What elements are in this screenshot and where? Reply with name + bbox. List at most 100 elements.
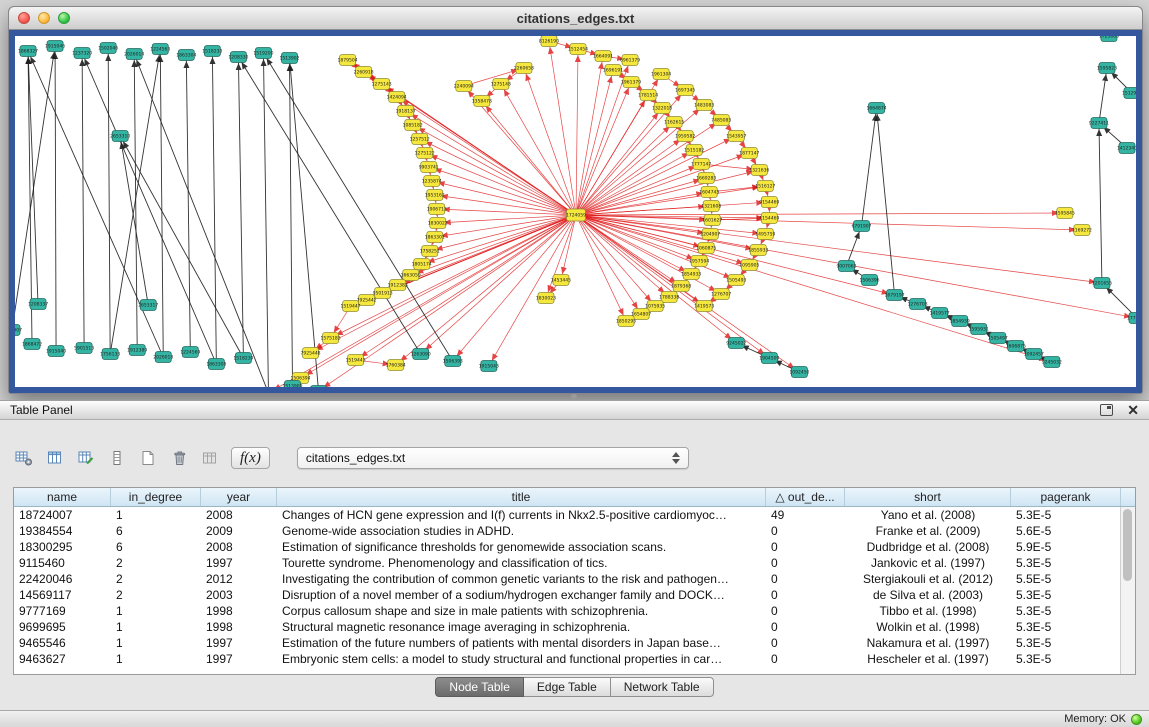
graph-node[interactable]: 1224569 <box>180 347 200 358</box>
cell-name[interactable]: 18300295 <box>14 539 111 555</box>
graph-node[interactable]: 1519200 <box>253 48 273 59</box>
graph-node[interactable]: 1595931 <box>969 324 989 335</box>
cell-short[interactable]: Dudbridge et al. (2008) <box>845 539 1011 555</box>
cell-title[interactable]: Genome-wide association studies in ADHD. <box>277 523 766 539</box>
graph-node[interactable]: 1961379 <box>621 77 641 88</box>
graph-node[interactable]: 1575183 <box>321 333 341 344</box>
graph-node[interactable]: 1208330 <box>228 52 248 63</box>
cell-in_degree[interactable]: 1 <box>111 635 201 651</box>
graph-node[interactable]: 1237320 <box>72 48 92 59</box>
graph-node[interactable]: 1957594 <box>689 256 709 267</box>
cell-name[interactable]: 19384554 <box>14 523 111 539</box>
graph-node[interactable]: 9245032 <box>1042 357 1062 368</box>
table-row[interactable]: 946554611997Estimation of the future num… <box>14 635 1135 651</box>
graph-node[interactable]: 1505497 <box>988 333 1008 344</box>
cell-in_degree[interactable]: 2 <box>111 555 201 571</box>
import-table-icon[interactable] <box>200 446 220 470</box>
graph-node[interactable]: 1830022 <box>428 218 448 229</box>
graph-node[interactable]: 1169272 <box>1072 225 1092 236</box>
zoom-window-button[interactable] <box>58 12 70 24</box>
graph-node[interactable]: 1513907 <box>15 325 22 336</box>
graph-node[interactable]: 1855933 <box>748 245 768 256</box>
column-header-in_degree[interactable]: in_degree <box>111 488 201 506</box>
table-row[interactable]: 946362711997Embryonic stem cells: a mode… <box>14 651 1135 667</box>
cell-pagerank[interactable]: 5.5E-5 <box>1011 571 1121 587</box>
graph-node[interactable]: 1696191 <box>603 65 623 76</box>
table-row[interactable]: 969969511998Structural magnetic resonanc… <box>14 619 1135 635</box>
cell-title[interactable]: Estimation of the future numbers of pati… <box>277 635 766 651</box>
graph-node[interactable]: 1959582 <box>675 131 695 142</box>
graph-node[interactable]: 1606875 <box>1006 341 1026 352</box>
graph-node[interactable]: 9903741 <box>419 162 439 173</box>
graph-node[interactable]: 1679197 <box>885 290 905 301</box>
graph-node[interactable]: 1162615 <box>664 117 684 128</box>
graph-node[interactable]: 1257512 <box>410 134 430 145</box>
graph-node[interactable]: 2653317 <box>138 300 158 311</box>
graph-node[interactable]: 9501913 <box>373 288 393 299</box>
graph-node[interactable]: 1516127 <box>755 181 775 192</box>
graph-node[interactable]: 1777109 <box>1127 313 1136 324</box>
cell-year[interactable]: 1997 <box>201 635 277 651</box>
graph-node[interactable]: 1879504 <box>338 55 358 66</box>
cell-in_degree[interactable]: 1 <box>111 651 201 667</box>
graph-node[interactable]: 1513902 <box>279 53 299 64</box>
cell-pagerank[interactable]: 5.3E-5 <box>1011 555 1121 571</box>
graph-node[interactable]: 1483083 <box>694 100 714 111</box>
cell-pagerank[interactable]: 5.6E-5 <box>1011 523 1121 539</box>
network-window-titlebar[interactable]: citations_edges.txt <box>9 7 1142 30</box>
graph-node[interactable]: 1906713 <box>427 204 447 215</box>
graph-node[interactable]: 1877147 <box>739 148 759 159</box>
show-columns-icon[interactable] <box>45 446 65 470</box>
graph-node[interactable]: 1424094 <box>387 92 407 103</box>
close-window-button[interactable] <box>18 12 30 24</box>
graph-node[interactable]: 1777147 <box>691 159 711 170</box>
float-panel-icon[interactable] <box>1100 404 1113 416</box>
cell-in_degree[interactable]: 2 <box>111 587 201 603</box>
graph-node[interactable]: 5901513 <box>74 343 94 354</box>
graph-node[interactable]: 1419573 <box>694 301 714 312</box>
cell-in_degree[interactable]: 6 <box>111 539 201 555</box>
minimize-window-button[interactable] <box>38 12 50 24</box>
cell-year[interactable]: 1998 <box>201 619 277 635</box>
create-column-icon[interactable] <box>76 446 96 470</box>
cell-name[interactable]: 9777169 <box>14 603 111 619</box>
graph-node[interactable]: 1543957 <box>726 131 746 142</box>
cell-out_de[interactable]: 0 <box>766 539 845 555</box>
graph-node[interactable]: 1515182 <box>684 145 704 156</box>
graph-node[interactable]: 1760384 <box>386 360 406 371</box>
graph-node[interactable]: 7485083 <box>711 115 731 126</box>
graph-node[interactable]: 1502046 <box>98 43 118 54</box>
cell-out_de[interactable]: 0 <box>766 587 845 603</box>
graph-node[interactable]: 1854933 <box>681 269 701 280</box>
graph-node[interactable]: 2204907 <box>700 229 720 240</box>
cell-short[interactable]: Tibbo et al. (1998) <box>845 603 1011 619</box>
graph-node[interactable]: 1850295 <box>616 316 636 327</box>
graph-node[interactable]: 2653310 <box>110 131 130 142</box>
cell-name[interactable]: 14569117 <box>14 587 111 603</box>
graph-node[interactable]: 1669283 <box>696 173 716 184</box>
graph-node[interactable]: 1519447 <box>341 301 361 312</box>
graph-node[interactable]: 1953162 <box>425 190 445 201</box>
cell-short[interactable]: Jankovic et al. (1997) <box>845 555 1011 571</box>
graph-node[interactable]: 2260918 <box>354 67 374 78</box>
table-row[interactable]: 2242004622012Investigating the contribut… <box>14 571 1135 587</box>
graph-node[interactable]: 1518239 <box>233 353 253 364</box>
column-header-title[interactable]: title <box>277 488 766 506</box>
graph-node[interactable]: 1756133 <box>100 349 120 360</box>
tab-edge-table[interactable]: Edge Table <box>524 677 611 697</box>
graph-node[interactable]: 1263090 <box>411 349 431 360</box>
cell-pagerank[interactable]: 5.3E-5 <box>1011 603 1121 619</box>
graph-node[interactable]: 9245013 <box>309 386 329 388</box>
graph-node[interactable]: 1904509 <box>759 353 779 364</box>
graph-node[interactable]: 1664874 <box>867 103 887 114</box>
graph-node[interactable]: 1506396 <box>859 275 879 286</box>
graph-node[interactable]: 6791907 <box>851 221 871 232</box>
cell-short[interactable]: Stergiakouli et al. (2012) <box>845 571 1011 587</box>
graph-node[interactable]: 1863304 <box>176 50 196 61</box>
cell-name[interactable]: 9465546 <box>14 635 111 651</box>
cell-title[interactable]: Estimation of significance thresholds fo… <box>277 539 766 555</box>
graph-node[interactable]: 1863301 <box>425 232 445 243</box>
graph-node[interactable]: 1595823 <box>1097 63 1117 74</box>
table-row[interactable]: 1872400712008Changes of HCN gene express… <box>14 507 1135 523</box>
graph-node[interactable]: 1723680 <box>1099 36 1119 42</box>
